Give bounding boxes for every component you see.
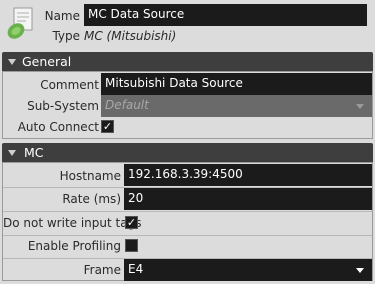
general-section-title: General bbox=[22, 54, 72, 69]
name-field[interactable]: MC Data Source bbox=[84, 4, 367, 26]
chevron-down-icon bbox=[356, 104, 364, 109]
profiling-checkbox[interactable] bbox=[125, 239, 138, 252]
chevron-down-icon[interactable] bbox=[356, 268, 364, 273]
subsystem-select[interactable]: Default bbox=[101, 95, 372, 117]
rate-label: Rate (ms) bbox=[62, 192, 121, 206]
mc-section-body: Hostname 192.168.3.39:4500 Rate (ms) 20 … bbox=[2, 162, 373, 281]
row-divider bbox=[3, 235, 372, 236]
no-write-checkbox[interactable]: ✓ bbox=[125, 216, 138, 229]
collapse-triangle-icon[interactable] bbox=[8, 150, 16, 156]
frame-label: Frame bbox=[83, 263, 121, 277]
mc-section: MC Hostname 192.168.3.39:4500 Rate (ms) … bbox=[2, 143, 373, 281]
type-label: Type bbox=[52, 29, 80, 43]
rate-field[interactable]: 20 bbox=[124, 188, 372, 210]
name-label: Name bbox=[44, 9, 80, 23]
hostname-label: Hostname bbox=[59, 169, 121, 183]
no-write-label: Do not write input tags bbox=[3, 216, 142, 230]
collapse-triangle-icon[interactable] bbox=[8, 59, 16, 65]
general-section-body: Comment Mitsubishi Data Source Sub-Syste… bbox=[2, 71, 373, 139]
row-divider bbox=[3, 211, 372, 212]
autoconnect-checkbox[interactable]: ✓ bbox=[101, 120, 114, 133]
subsystem-label: Sub-System bbox=[27, 99, 99, 113]
type-value: MC (Mitsubishi) bbox=[84, 29, 177, 43]
autoconnect-label: Auto Connect bbox=[17, 120, 99, 134]
mc-section-title: MC bbox=[24, 145, 44, 160]
profiling-label: Enable Profiling bbox=[27, 239, 121, 253]
subsystem-value: Default bbox=[105, 98, 149, 112]
data-source-icon bbox=[4, 6, 38, 40]
comment-label: Comment bbox=[40, 78, 99, 92]
frame-select[interactable]: E4 bbox=[124, 259, 372, 281]
comment-field[interactable]: Mitsubishi Data Source bbox=[101, 73, 372, 95]
general-section: General Comment Mitsubishi Data Source S… bbox=[2, 52, 373, 139]
hostname-field[interactable]: 192.168.3.39:4500 bbox=[124, 164, 372, 186]
frame-value: E4 bbox=[128, 262, 144, 276]
